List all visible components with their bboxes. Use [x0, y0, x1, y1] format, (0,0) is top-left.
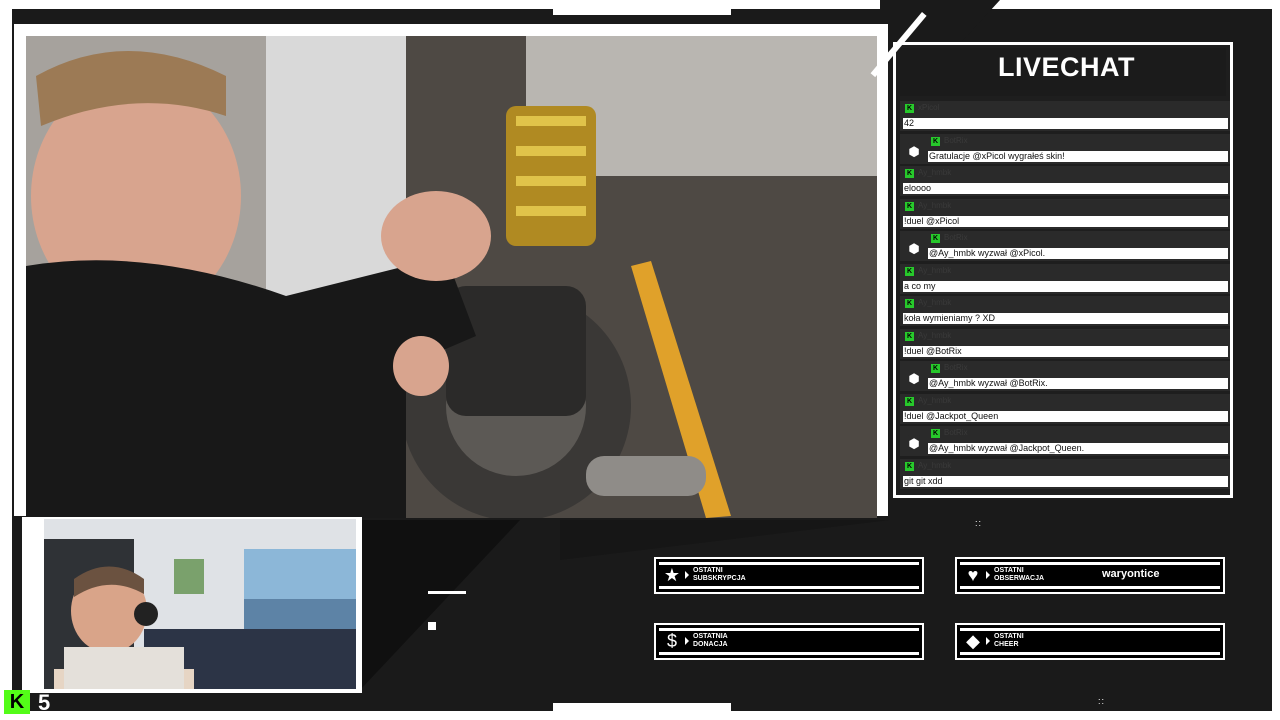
alert-value: waryontice — [1102, 568, 1160, 580]
kick-badge-icon: K — [931, 364, 940, 373]
chat-message-bot: ⬢ K BotRix @Ay_hmbk wyzwał @xPicol. — [900, 231, 1230, 264]
chat-username: BotRix — [944, 428, 968, 437]
star-icon: ★ — [663, 565, 681, 585]
alert-label: OSTATNI CHEER — [994, 633, 1024, 648]
chat-username: Ay_hmbk — [918, 395, 952, 405]
chat-text: Gratulacje @xPicol wygrałeś skin! — [928, 150, 1228, 162]
chat-message-bot: ⬢ K BotRix @Ay_hmbk wyzwał @BotRix. — [900, 361, 1230, 394]
bot-avatar-icon: ⬢ — [904, 141, 924, 162]
chat-message: K Ay_hmbka co my — [900, 263, 1230, 297]
chat-text: a co my — [903, 280, 1228, 292]
kick-badge-icon: K — [905, 461, 914, 471]
chat-text: koła wymieniamy ? XD — [903, 313, 1228, 324]
last-subscription-alert: ★ OSTATNI SUBSKRYPCJA — [654, 557, 924, 594]
alert-label: OSTATNI SUBSKRYPCJA — [693, 567, 746, 582]
kick-badge-icon: K — [931, 429, 940, 438]
bot-avatar-icon: ⬢ — [904, 239, 924, 259]
chat-text: @Ay_hmbk wyzwał @BotRix. — [928, 378, 1228, 389]
chat-message: K Ay_hmbk koła wymieniamy ? XD — [900, 296, 1230, 329]
chevron-right-icon — [685, 637, 689, 645]
kick-badge-icon: K — [905, 266, 914, 276]
livechat-title: LIVECHAT — [998, 52, 1135, 82]
kick-badge-icon: K — [905, 169, 914, 178]
chat-text: !duel @BotRix — [903, 345, 1228, 357]
chat-message: K Ay_hmbkeloooo — [900, 166, 1230, 199]
webcam-feed — [44, 519, 356, 689]
chat-username: Ay_hmbk — [918, 265, 952, 275]
chat-message: K Ay_hmbkgit git xdd — [900, 458, 1230, 492]
viewer-count: 5 — [38, 690, 51, 715]
chevron-right-icon — [986, 571, 990, 579]
chat-text: !duel @Jackpot_Queen — [903, 410, 1228, 422]
chat-text: @Ay_hmbk wyzwał @Jackpot_Queen. — [928, 443, 1228, 454]
main-video-feed — [26, 36, 877, 518]
chat-message: K Ay_hmbk !duel @Jackpot_Queen — [900, 393, 1230, 427]
bot-avatar-icon: ⬢ — [904, 369, 924, 389]
heart-icon: ♥ — [967, 565, 979, 585]
chat-text: git git xdd — [903, 475, 1228, 487]
last-donation-alert: $ OSTATNIA DONACJA — [654, 623, 924, 660]
chat-username: BotRix — [944, 363, 968, 372]
bot-avatar-icon: ⬢ — [904, 434, 924, 454]
chat-username: Ay_hmbk — [918, 460, 952, 470]
dollar-icon: $ — [666, 631, 677, 651]
kick-badge-icon: K — [905, 299, 914, 308]
alert-label: OSTATNIA DONACJA — [693, 633, 728, 648]
chat-message-bot: ⬢ K BotRix @Ay_hmbk wyzwał @Jackpot_Queen. — [900, 426, 1230, 459]
chat-username: BotRix — [944, 233, 968, 242]
chevron-right-icon — [986, 637, 990, 645]
kick-badge-icon: K — [905, 331, 914, 341]
last-cheer-alert: ◆ OSTATNI CHEER — [955, 623, 1225, 660]
chat-username: Ay_hmbk — [918, 200, 952, 210]
chat-message-bot: ⬢ K BotRix Gratulacje @xPicol wygrałeś skin… — [900, 133, 1230, 167]
kick-badge-icon: K — [905, 104, 914, 113]
last-follow-alert: ♥ OSTATNI OBSERWACJA waryontice — [955, 557, 1225, 594]
chat-text: !duel @xPicol — [903, 215, 1228, 227]
livechat-message-list[interactable]: KxPicol 42 ⬢ K BotRix Gratulacje @xPicol wygr… — [900, 101, 1230, 491]
chevron-right-icon — [685, 571, 689, 579]
alert-label: OSTATNI OBSERWACJA — [994, 567, 1045, 582]
kick-badge-icon: K — [931, 234, 940, 243]
chat-username: Ay_hmbk — [918, 298, 952, 307]
decor-dots: :: — [975, 518, 983, 528]
chat-message: K Ay_hmbk !duel @BotRix — [900, 328, 1230, 362]
diamond-icon: ◆ — [966, 631, 980, 651]
chat-text: 42 — [903, 118, 1228, 129]
chat-username: Ay_hmbk — [918, 330, 952, 340]
chat-message: K Ay_hmbk !duel @xPicol — [900, 198, 1230, 232]
kick-logo: K — [4, 690, 30, 714]
webcam-scene — [44, 519, 356, 689]
chat-username: xPicol — [918, 103, 940, 112]
kick-badge-icon: K — [931, 136, 940, 146]
decor-dots: :: — [1098, 696, 1106, 706]
car-repair-scene — [26, 36, 877, 518]
kick-badge-icon: K — [905, 396, 914, 406]
kick-badge-icon: K — [905, 201, 914, 211]
chat-username: BotRix — [944, 135, 968, 145]
chat-username: Ay_hmbk — [918, 168, 952, 177]
chat-text: eloooo — [903, 183, 1228, 194]
chat-message: KxPicol 42 — [900, 101, 1230, 134]
chat-text: @Ay_hmbk wyzwał @xPicol. — [928, 248, 1228, 259]
